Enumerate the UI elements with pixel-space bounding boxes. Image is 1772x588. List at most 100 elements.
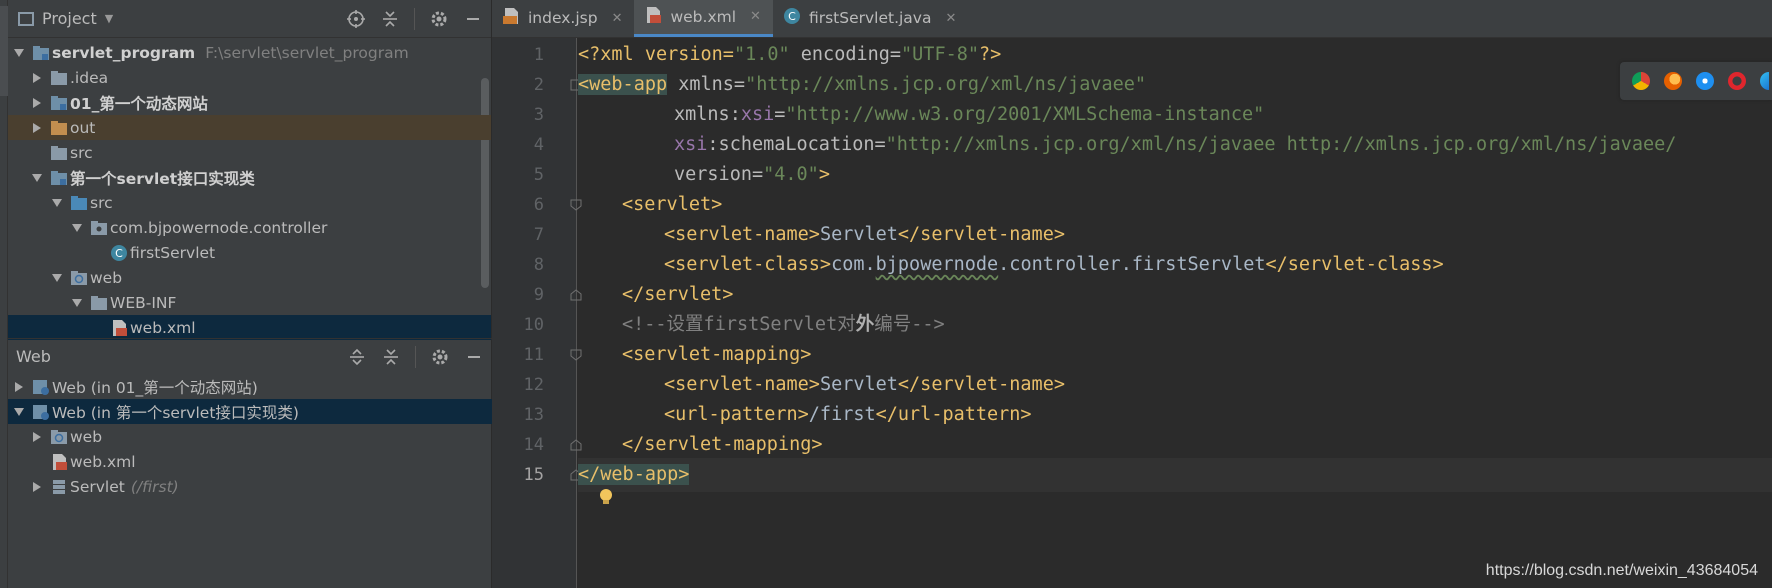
expand-arrow-icon[interactable]: [52, 273, 62, 283]
locate-icon[interactable]: [346, 9, 366, 29]
close-icon[interactable]: ✕: [750, 9, 761, 24]
expand-all-icon[interactable]: [347, 347, 367, 367]
code-line-1: <?xml version="1.0" encoding="UTF-8"?>: [578, 44, 1002, 65]
java-class-icon: C: [783, 7, 801, 29]
tree-item-src[interactable]: src: [8, 190, 491, 215]
xml-file-icon: [50, 453, 68, 471]
tab-firstservlet-java[interactable]: C firstServlet.java ✕: [773, 0, 968, 37]
tree-item-module-01[interactable]: 01_第一个动态网站: [8, 90, 491, 115]
collapse-all-icon[interactable]: [381, 347, 401, 367]
jsp-file-icon: [502, 7, 520, 29]
safari-icon[interactable]: [1696, 72, 1714, 90]
tree-item-web[interactable]: web: [8, 265, 491, 290]
line-number: 9: [533, 285, 544, 305]
web-tree-item-web-servlet[interactable]: Web (in 第一个servlet接口实现类): [8, 399, 492, 424]
close-icon[interactable]: ✕: [612, 11, 623, 26]
servlet-icon: [50, 478, 68, 496]
line-number-gutter[interactable]: 1 2 3 4 5 6 7 8 9 10 11 12 13 14 15: [492, 38, 582, 588]
collapsed-arrow-icon[interactable]: [14, 381, 24, 392]
code-line-6: <servlet>: [622, 194, 723, 215]
line-number: 13: [523, 405, 544, 425]
web-folder-icon: [50, 428, 68, 446]
tree-item-web-inf[interactable]: WEB-INF: [8, 290, 491, 315]
java-class-icon: C: [110, 244, 128, 262]
project-panel-title[interactable]: Project: [42, 9, 97, 28]
line-number-current: 15: [523, 465, 544, 485]
tab-index-jsp[interactable]: index.jsp ✕: [492, 0, 634, 37]
collapsed-arrow-icon[interactable]: [32, 431, 42, 442]
expand-arrow-icon[interactable]: [14, 407, 24, 417]
project-view-icon: [18, 11, 34, 26]
web-tree: Web (in 01_第一个动态网站) Web (in 第一个servlet接口…: [8, 374, 492, 499]
module-folder-icon: [50, 94, 68, 112]
line-number: 6: [533, 195, 544, 215]
line-number: 5: [533, 165, 544, 185]
editor-tab-bar: index.jsp ✕ web.xml ✕ C firstServlet.jav…: [492, 0, 1772, 38]
collapse-all-icon[interactable]: [380, 9, 400, 29]
line-number: 10: [523, 315, 544, 335]
gear-icon[interactable]: [430, 347, 450, 367]
tree-item-idea[interactable]: .idea: [8, 65, 491, 90]
tab-label: index.jsp: [528, 9, 598, 27]
edge-icon[interactable]: [1760, 72, 1769, 90]
source-folder-icon: [70, 194, 88, 212]
tree-item-label: src: [70, 143, 93, 162]
browser-preview-bar: [1620, 62, 1772, 100]
expand-arrow-icon[interactable]: [72, 298, 82, 308]
web-folder-icon: [70, 269, 88, 287]
expand-arrow-icon[interactable]: [52, 198, 62, 208]
tab-web-xml[interactable]: web.xml ✕: [634, 0, 773, 37]
web-tree-item-web-01[interactable]: Web (in 01_第一个动态网站): [8, 374, 492, 399]
tree-item-path: F:\servlet\servlet_program: [205, 43, 409, 62]
tree-item-out[interactable]: out: [8, 115, 491, 140]
code-editor[interactable]: <?xml version="1.0" encoding="UTF-8"?> <…: [578, 38, 1772, 588]
web-facet-icon: [32, 403, 50, 421]
editor-area: index.jsp ✕ web.xml ✕ C firstServlet.jav…: [492, 0, 1772, 588]
module-folder-icon: [50, 169, 68, 187]
close-icon[interactable]: ✕: [945, 11, 956, 26]
package-icon: [90, 219, 108, 237]
tree-item-label: com.bjpowernode.controller: [110, 218, 328, 237]
tree-item-label: web: [70, 427, 103, 446]
tree-item-label: src: [90, 193, 113, 212]
collapsed-arrow-icon[interactable]: [32, 97, 42, 108]
tab-label: firstServlet.java: [808, 9, 932, 27]
tree-item-firstservlet[interactable]: C firstServlet: [8, 240, 491, 265]
xml-file-icon: [110, 319, 128, 337]
excluded-folder-icon: [50, 119, 68, 137]
lightbulb-icon[interactable]: [598, 488, 614, 510]
gear-icon[interactable]: [429, 9, 449, 29]
expand-arrow-icon[interactable]: [72, 223, 82, 233]
chevron-down-icon[interactable]: ▼: [105, 12, 113, 25]
code-line-3: xmlns:xsi="http://www.w3.org/2001/XMLSch…: [674, 104, 1265, 125]
collapsed-arrow-icon[interactable]: [32, 72, 42, 83]
expand-arrow-icon[interactable]: [32, 173, 42, 183]
tree-item-label: web: [90, 268, 123, 287]
project-panel: Project ▼ servlet_program F:\servlet\serv…: [8, 0, 492, 588]
web-tree-item-web[interactable]: web: [8, 424, 492, 449]
chrome-icon[interactable]: [1632, 72, 1650, 90]
minimize-icon[interactable]: [464, 347, 484, 367]
web-tree-item-web-xml[interactable]: web.xml: [8, 449, 492, 474]
tree-item-package[interactable]: com.bjpowernode.controller: [8, 215, 491, 240]
web-tree-item-servlet[interactable]: Servlet (/first): [8, 474, 492, 499]
collapsed-arrow-icon[interactable]: [32, 481, 42, 492]
code-line-11: <servlet-mapping>: [622, 344, 812, 365]
toolbar-separator: [414, 8, 415, 30]
collapsed-arrow-icon[interactable]: [32, 122, 42, 133]
left-tool-strip[interactable]: [0, 0, 8, 588]
code-line-2: <web-app xmlns="http://xmlns.jcp.org/xml…: [578, 74, 1147, 95]
project-tool-window-tab[interactable]: [0, 6, 8, 96]
tree-item-web-xml[interactable]: web.xml: [8, 315, 491, 340]
tree-item-servlet-program[interactable]: servlet_program F:\servlet\servlet_progra…: [8, 40, 491, 65]
tree-item-src-root[interactable]: src: [8, 140, 491, 165]
minimize-icon[interactable]: [463, 9, 483, 29]
line-number: 7: [533, 225, 544, 245]
firefox-icon[interactable]: [1664, 72, 1682, 90]
module-folder-icon: [32, 44, 50, 62]
line-number: 8: [533, 255, 544, 275]
code-line-4: xsi:schemaLocation="http://xmlns.jcp.org…: [674, 134, 1677, 155]
opera-icon[interactable]: [1728, 72, 1746, 90]
tree-item-module-servlet[interactable]: 第一个servlet接口实现类: [8, 165, 491, 190]
expand-arrow-icon[interactable]: [14, 48, 24, 58]
